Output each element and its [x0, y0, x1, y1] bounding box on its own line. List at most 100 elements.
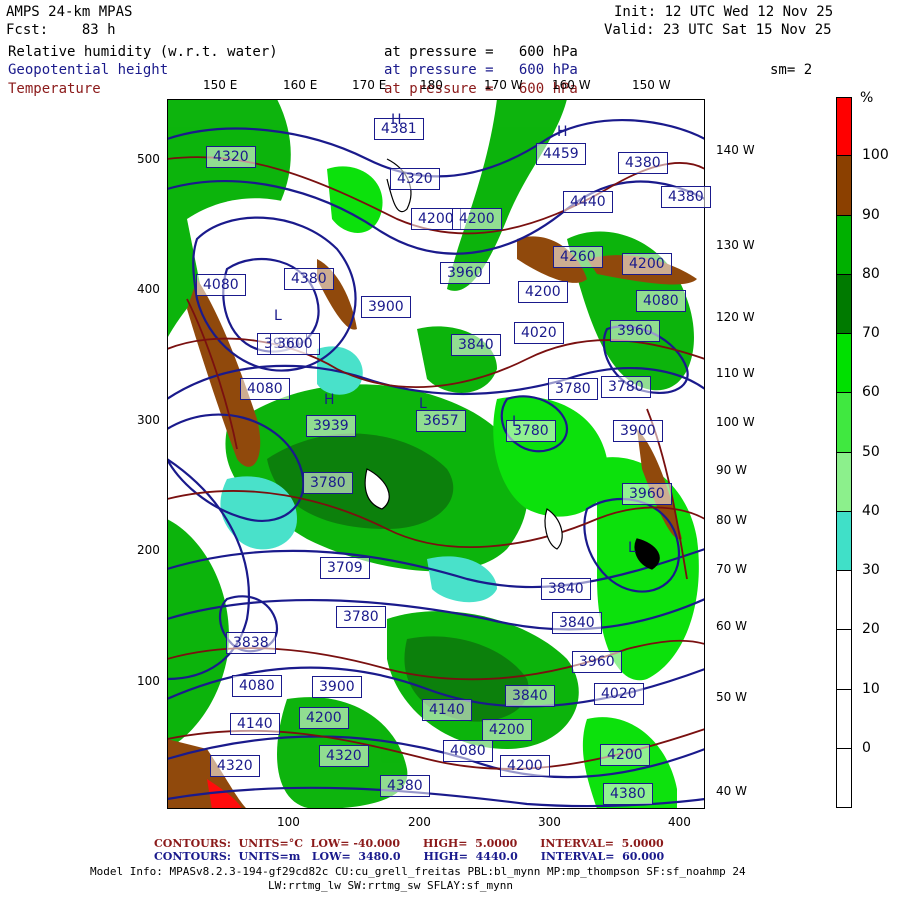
height-contour-label: 4459 — [536, 143, 586, 165]
height-contour-label: 4200 — [482, 719, 532, 741]
height-contour-label: 3960 — [622, 483, 672, 505]
colorbar-label: 40 — [862, 502, 880, 519]
height-contour-label: 3780 — [548, 378, 598, 400]
lon-right-label: 120 W — [716, 310, 755, 324]
height-contour-label: 4200 — [452, 208, 502, 230]
y-tick-label: 100 — [137, 674, 160, 688]
height-contour-label: 4320 — [319, 745, 369, 767]
colorbar-label: 80 — [862, 265, 880, 282]
colorbar-segment — [836, 630, 852, 690]
height-contour-label: 4320 — [210, 755, 260, 777]
height-contour-label: 3900 — [312, 676, 362, 698]
footer-height-contours: CONTOURS: UNITS=m LOW= 3480.0 HIGH= 4440… — [154, 850, 665, 863]
height-contour-label: 3960 — [440, 262, 490, 284]
pressure-center-marker: L — [628, 540, 636, 556]
colorbar-label: 50 — [862, 443, 880, 460]
lon-top-label: 150 W — [632, 78, 671, 92]
colorbar-label: 0 — [862, 739, 871, 756]
x-tick-label: 200 — [408, 815, 431, 829]
height-contour-label: 3780 — [303, 472, 353, 494]
height-contour-label: 3840 — [541, 578, 591, 600]
height-contour-label: 3709 — [320, 557, 370, 579]
pressure-center-marker: L — [274, 308, 282, 324]
height-contour-label: 4320 — [390, 168, 440, 190]
height-contour-label: 3960 — [610, 320, 660, 342]
lon-right-label: 90 W — [716, 463, 747, 477]
field-rh-label: Relative humidity (w.r.t. water) — [8, 44, 278, 60]
height-contour-label: 3600 — [270, 333, 320, 355]
footer-temp-contours: CONTOURS: UNITS=°C LOW= -40.000 HIGH= 5.… — [154, 837, 664, 850]
y-tick-label: 500 — [137, 152, 160, 166]
colorbar-label: 20 — [862, 621, 880, 638]
lon-right-label: 80 W — [716, 513, 747, 527]
height-contour-label: 4200 — [500, 755, 550, 777]
height-contour-label: 4080 — [196, 274, 246, 296]
colorbar-segment — [836, 452, 852, 512]
model-title: AMPS 24-km MPAS — [6, 4, 133, 20]
height-contour-label: 4200 — [600, 744, 650, 766]
lon-right-label: 70 W — [716, 562, 747, 576]
height-contour-label: 4080 — [240, 378, 290, 400]
lon-right-label: 110 W — [716, 366, 755, 380]
colorbar-label: 60 — [862, 384, 880, 401]
lon-right-label: 140 W — [716, 143, 755, 157]
height-contour-label: 3960 — [572, 651, 622, 673]
height-contour-label: 4200 — [518, 281, 568, 303]
height-contour-label: 4140 — [422, 699, 472, 721]
field-temp-label: Temperature — [8, 81, 101, 97]
height-contour-label: 4200 — [622, 253, 672, 275]
height-contour-label: 4440 — [563, 191, 613, 213]
colorbar-label: 90 — [862, 206, 880, 223]
height-contour-label: 3840 — [451, 334, 501, 356]
lon-right-label: 50 W — [716, 690, 747, 704]
forecast-hour: Fcst: 83 h — [6, 22, 116, 38]
footer-model-info-2: LW:rrtmg_lw SW:rrtmg_sw SFLAY:sf_mynn — [268, 879, 514, 892]
colorbar-segment — [836, 748, 852, 808]
colorbar-segment — [836, 511, 852, 571]
lon-top-label: 150 E — [203, 78, 238, 92]
height-contour-label: 4080 — [443, 740, 493, 762]
y-tick-label: 200 — [137, 543, 160, 557]
height-contour-label: 4380 — [618, 152, 668, 174]
colorbar-label: 100 — [862, 147, 889, 164]
height-contour-label: 4320 — [206, 146, 256, 168]
height-contour-label: 4020 — [594, 683, 644, 705]
colorbar-label: 30 — [862, 562, 880, 578]
lon-right-label: 130 W — [716, 238, 755, 252]
lon-right-label: 100 W — [716, 415, 755, 429]
valid-time: Valid: 23 UTC Sat 15 Nov 25 — [604, 22, 832, 38]
field-temp-level: at pressure = 600 hPa — [384, 81, 578, 97]
y-tick-label: 400 — [137, 282, 160, 296]
height-contour-label: 4140 — [230, 713, 280, 735]
lon-top-label: 170 E — [352, 78, 387, 92]
smoothing-label: sm= 2 — [770, 62, 813, 78]
height-contour-label: 3840 — [505, 685, 555, 707]
field-height-level: at pressure = 600 hPa — [384, 62, 578, 78]
field-rh-level: at pressure = 600 hPa — [384, 44, 578, 60]
x-tick-label: 100 — [277, 815, 300, 829]
x-tick-label: 300 — [538, 815, 561, 829]
colorbar-label: 70 — [862, 325, 880, 341]
x-tick-label: 400 — [668, 815, 691, 829]
colorbar-segment — [836, 571, 852, 631]
init-time: Init: 12 UTC Wed 12 Nov 25 — [614, 4, 834, 20]
height-contour-label: 3780 — [601, 376, 651, 398]
colorbar-segment — [836, 156, 852, 216]
colorbar-segment — [836, 274, 852, 334]
height-contour-label: 4380 — [661, 186, 711, 208]
pressure-center-marker: H — [557, 124, 568, 140]
pressure-center-marker: L — [512, 414, 520, 430]
height-contour-label: 4380 — [603, 783, 653, 805]
lon-top-label: 170 W — [484, 78, 523, 92]
height-contour-label: 3939 — [306, 415, 356, 437]
height-contour-label: 4080 — [232, 675, 282, 697]
height-contour-label: 3657 — [416, 410, 466, 432]
height-contour-label: 4380 — [380, 775, 430, 797]
lon-top-label: 160 W — [552, 78, 591, 92]
colorbar-label: 10 — [862, 680, 880, 697]
colorbar — [836, 97, 852, 808]
colorbar-unit: % — [860, 90, 874, 106]
footer-model-info: Model Info: MPASv8.2.3-194-gf29cd82c CU:… — [90, 865, 746, 878]
height-contour-label: 3900 — [613, 420, 663, 442]
pressure-center-marker: L — [419, 396, 427, 412]
